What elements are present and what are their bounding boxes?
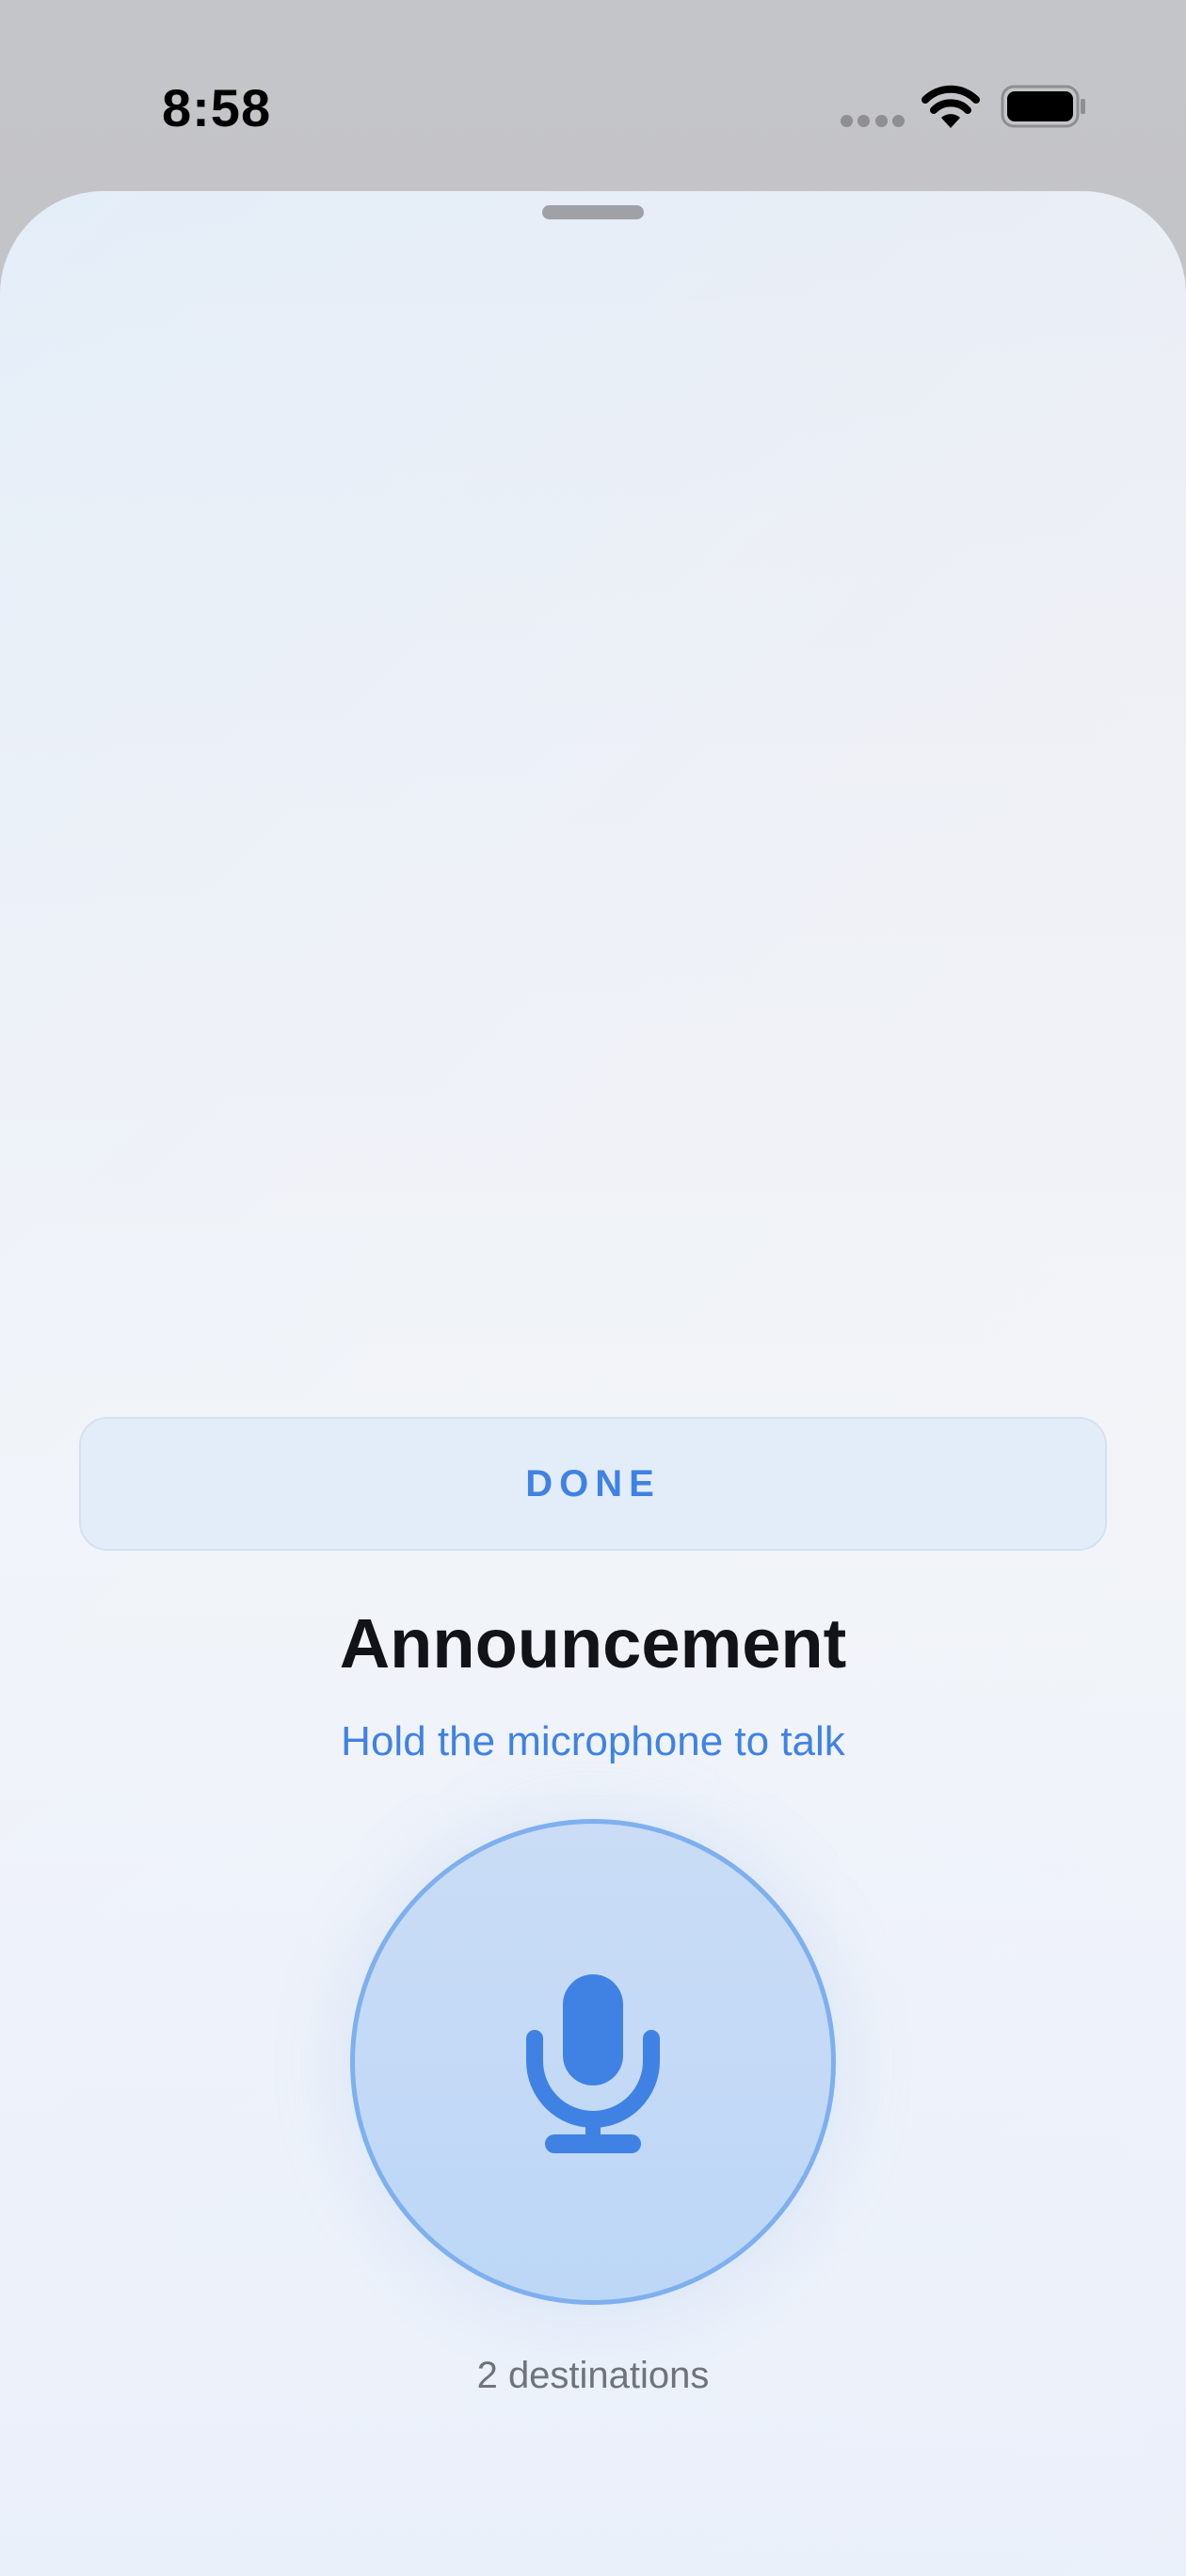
- microphone-icon: [526, 1974, 660, 2153]
- wifi-icon: [922, 85, 980, 128]
- battery-full-icon: [1001, 85, 1085, 128]
- cellular-signal-icon: [841, 115, 905, 128]
- announcement-sheet: DONE Announcement Hold the microphone to…: [0, 191, 1186, 2576]
- status-time: 8:58: [162, 78, 272, 137]
- hold-to-talk-hint: Hold the microphone to talk: [341, 1718, 845, 1764]
- done-button[interactable]: DONE: [79, 1417, 1107, 1551]
- destinations-count: 2 destinations: [476, 2355, 710, 2396]
- page-title: Announcement: [339, 1604, 847, 1682]
- status-bar: 8:58: [0, 0, 1186, 188]
- done-button-label: DONE: [525, 1462, 661, 1505]
- microphone-button[interactable]: [350, 1819, 836, 2305]
- sheet-grabber[interactable]: [542, 205, 644, 219]
